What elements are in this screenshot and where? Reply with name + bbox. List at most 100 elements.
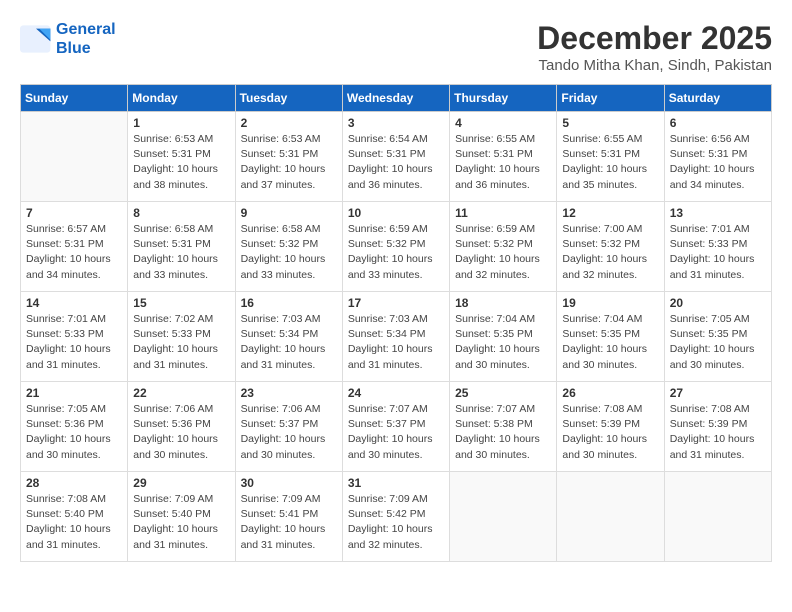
day-info: Sunrise: 6:59 AMSunset: 5:32 PMDaylight:… bbox=[348, 222, 444, 283]
calendar-cell bbox=[664, 472, 771, 562]
calendar-cell: 16Sunrise: 7:03 AMSunset: 5:34 PMDayligh… bbox=[235, 292, 342, 382]
day-info: Sunrise: 6:58 AMSunset: 5:31 PMDaylight:… bbox=[133, 222, 229, 283]
calendar-cell: 3 Sunrise: 6:54 AMSunset: 5:31 PMDaylight… bbox=[342, 112, 449, 202]
calendar-cell: 21Sunrise: 7:05 AMSunset: 5:36 PMDayligh… bbox=[21, 382, 128, 472]
day-info: Sunrise: 7:03 AMSunset: 5:34 PMDaylight:… bbox=[241, 312, 337, 373]
day-info: Sunrise: 7:05 AMSunset: 5:35 PMDaylight:… bbox=[670, 312, 766, 373]
day-number: 19 bbox=[562, 296, 658, 310]
day-number: 3 bbox=[348, 116, 444, 130]
calendar-cell: 20 Sunrise: 7:05 AMSunset: 5:35 PMDayligh… bbox=[664, 292, 771, 382]
day-number: 28 bbox=[26, 476, 122, 490]
day-info: Sunrise: 7:09 AMSunset: 5:41 PMDaylight:… bbox=[241, 492, 337, 553]
calendar-cell: 25 Sunrise: 7:07 AMSunset: 5:38 PMDayligh… bbox=[450, 382, 557, 472]
calendar-cell: 11 Sunrise: 6:59 AMSunset: 5:32 PMDayligh… bbox=[450, 202, 557, 292]
day-number: 13 bbox=[670, 206, 766, 220]
weekday-header-row: SundayMondayTuesdayWednesdayThursdayFrid… bbox=[21, 85, 772, 112]
weekday-header-sunday: Sunday bbox=[21, 85, 128, 112]
day-number: 22 bbox=[133, 386, 229, 400]
weekday-header-saturday: Saturday bbox=[664, 85, 771, 112]
weekday-header-friday: Friday bbox=[557, 85, 664, 112]
day-number: 14 bbox=[26, 296, 122, 310]
calendar-cell bbox=[21, 112, 128, 202]
day-info: Sunrise: 7:07 AMSunset: 5:37 PMDaylight:… bbox=[348, 402, 444, 463]
calendar-cell: 4 Sunrise: 6:55 AMSunset: 5:31 PMDaylight… bbox=[450, 112, 557, 202]
day-number: 1 bbox=[133, 116, 229, 130]
day-number: 27 bbox=[670, 386, 766, 400]
calendar-cell: 26Sunrise: 7:08 AMSunset: 5:39 PMDayligh… bbox=[557, 382, 664, 472]
calendar-cell: 19 Sunrise: 7:04 AMSunset: 5:35 PMDayligh… bbox=[557, 292, 664, 382]
day-info: Sunrise: 6:54 AMSunset: 5:31 PMDaylight:… bbox=[348, 132, 444, 193]
calendar-cell bbox=[557, 472, 664, 562]
calendar-cell: 31 Sunrise: 7:09 AMSunset: 5:42 PMDayligh… bbox=[342, 472, 449, 562]
logo-line1: General bbox=[56, 21, 116, 38]
day-info: Sunrise: 6:55 AMSunset: 5:31 PMDaylight:… bbox=[562, 132, 658, 193]
page-header: General Blue December 2025 Tando Mitha K… bbox=[20, 20, 772, 74]
calendar-cell: 8Sunrise: 6:58 AMSunset: 5:31 PMDaylight… bbox=[128, 202, 235, 292]
day-number: 20 bbox=[670, 296, 766, 310]
day-info: Sunrise: 7:06 AMSunset: 5:37 PMDaylight:… bbox=[241, 402, 337, 463]
calendar-cell: 27 Sunrise: 7:08 AMSunset: 5:39 PMDayligh… bbox=[664, 382, 771, 472]
day-info: Sunrise: 7:08 AMSunset: 5:39 PMDaylight:… bbox=[670, 402, 766, 463]
day-info: Sunrise: 7:03 AMSunset: 5:34 PMDaylight:… bbox=[348, 312, 444, 373]
calendar-cell: 17 Sunrise: 7:03 AMSunset: 5:34 PMDayligh… bbox=[342, 292, 449, 382]
calendar-cell: 28 Sunrise: 7:08 AMSunset: 5:40 PMDayligh… bbox=[21, 472, 128, 562]
day-info: Sunrise: 7:08 AMSunset: 5:39 PMDaylight:… bbox=[562, 402, 658, 463]
day-number: 5 bbox=[562, 116, 658, 130]
day-info: Sunrise: 7:01 AMSunset: 5:33 PMDaylight:… bbox=[26, 312, 122, 373]
weekday-header-tuesday: Tuesday bbox=[235, 85, 342, 112]
day-number: 12 bbox=[562, 206, 658, 220]
logo: General Blue bbox=[20, 20, 116, 58]
week-row-2: 7 Sunrise: 6:57 AMSunset: 5:31 PMDaylight… bbox=[21, 202, 772, 292]
week-row-1: 1 Sunrise: 6:53 AMSunset: 5:31 PMDaylight… bbox=[21, 112, 772, 202]
calendar-cell: 5 Sunrise: 6:55 AMSunset: 5:31 PMDaylight… bbox=[557, 112, 664, 202]
day-info: Sunrise: 7:05 AMSunset: 5:36 PMDaylight:… bbox=[26, 402, 122, 463]
calendar-cell: 24Sunrise: 7:07 AMSunset: 5:37 PMDayligh… bbox=[342, 382, 449, 472]
calendar-cell: 12 Sunrise: 7:00 AMSunset: 5:32 PMDayligh… bbox=[557, 202, 664, 292]
day-info: Sunrise: 7:09 AMSunset: 5:40 PMDaylight:… bbox=[133, 492, 229, 553]
calendar-cell: 22Sunrise: 7:06 AMSunset: 5:36 PMDayligh… bbox=[128, 382, 235, 472]
day-number: 23 bbox=[241, 386, 337, 400]
day-info: Sunrise: 6:59 AMSunset: 5:32 PMDaylight:… bbox=[455, 222, 551, 283]
day-number: 25 bbox=[455, 386, 551, 400]
day-info: Sunrise: 7:04 AMSunset: 5:35 PMDaylight:… bbox=[562, 312, 658, 373]
location: Tando Mitha Khan, Sindh, Pakistan bbox=[537, 57, 772, 74]
calendar: SundayMondayTuesdayWednesdayThursdayFrid… bbox=[20, 84, 772, 562]
calendar-cell: 23 Sunrise: 7:06 AMSunset: 5:37 PMDayligh… bbox=[235, 382, 342, 472]
calendar-cell: 10Sunrise: 6:59 AMSunset: 5:32 PMDayligh… bbox=[342, 202, 449, 292]
calendar-cell: 2Sunrise: 6:53 AMSunset: 5:31 PMDaylight… bbox=[235, 112, 342, 202]
day-number: 17 bbox=[348, 296, 444, 310]
day-number: 7 bbox=[26, 206, 122, 220]
calendar-cell: 9 Sunrise: 6:58 AMSunset: 5:32 PMDaylight… bbox=[235, 202, 342, 292]
day-number: 15 bbox=[133, 296, 229, 310]
day-info: Sunrise: 7:08 AMSunset: 5:40 PMDaylight:… bbox=[26, 492, 122, 553]
weekday-header-wednesday: Wednesday bbox=[342, 85, 449, 112]
day-info: Sunrise: 6:53 AMSunset: 5:31 PMDaylight:… bbox=[133, 132, 229, 193]
logo-line2: Blue bbox=[56, 40, 91, 57]
day-info: Sunrise: 6:57 AMSunset: 5:31 PMDaylight:… bbox=[26, 222, 122, 283]
day-number: 29 bbox=[133, 476, 229, 490]
calendar-cell: 14 Sunrise: 7:01 AMSunset: 5:33 PMDayligh… bbox=[21, 292, 128, 382]
day-info: Sunrise: 7:00 AMSunset: 5:32 PMDaylight:… bbox=[562, 222, 658, 283]
week-row-3: 14 Sunrise: 7:01 AMSunset: 5:33 PMDayligh… bbox=[21, 292, 772, 382]
day-number: 2 bbox=[241, 116, 337, 130]
calendar-cell: 6Sunrise: 6:56 AMSunset: 5:31 PMDaylight… bbox=[664, 112, 771, 202]
week-row-5: 28 Sunrise: 7:08 AMSunset: 5:40 PMDayligh… bbox=[21, 472, 772, 562]
day-number: 30 bbox=[241, 476, 337, 490]
week-row-4: 21Sunrise: 7:05 AMSunset: 5:36 PMDayligh… bbox=[21, 382, 772, 472]
day-info: Sunrise: 6:55 AMSunset: 5:31 PMDaylight:… bbox=[455, 132, 551, 193]
day-info: Sunrise: 7:09 AMSunset: 5:42 PMDaylight:… bbox=[348, 492, 444, 553]
month-title: December 2025 bbox=[537, 20, 772, 57]
day-number: 11 bbox=[455, 206, 551, 220]
day-number: 31 bbox=[348, 476, 444, 490]
day-number: 4 bbox=[455, 116, 551, 130]
weekday-header-monday: Monday bbox=[128, 85, 235, 112]
day-info: Sunrise: 6:58 AMSunset: 5:32 PMDaylight:… bbox=[241, 222, 337, 283]
calendar-cell: 13Sunrise: 7:01 AMSunset: 5:33 PMDayligh… bbox=[664, 202, 771, 292]
calendar-cell: 15Sunrise: 7:02 AMSunset: 5:33 PMDayligh… bbox=[128, 292, 235, 382]
day-info: Sunrise: 7:07 AMSunset: 5:38 PMDaylight:… bbox=[455, 402, 551, 463]
calendar-cell bbox=[450, 472, 557, 562]
day-number: 9 bbox=[241, 206, 337, 220]
calendar-cell: 18Sunrise: 7:04 AMSunset: 5:35 PMDayligh… bbox=[450, 292, 557, 382]
weekday-header-thursday: Thursday bbox=[450, 85, 557, 112]
logo-text: General Blue bbox=[56, 20, 116, 58]
